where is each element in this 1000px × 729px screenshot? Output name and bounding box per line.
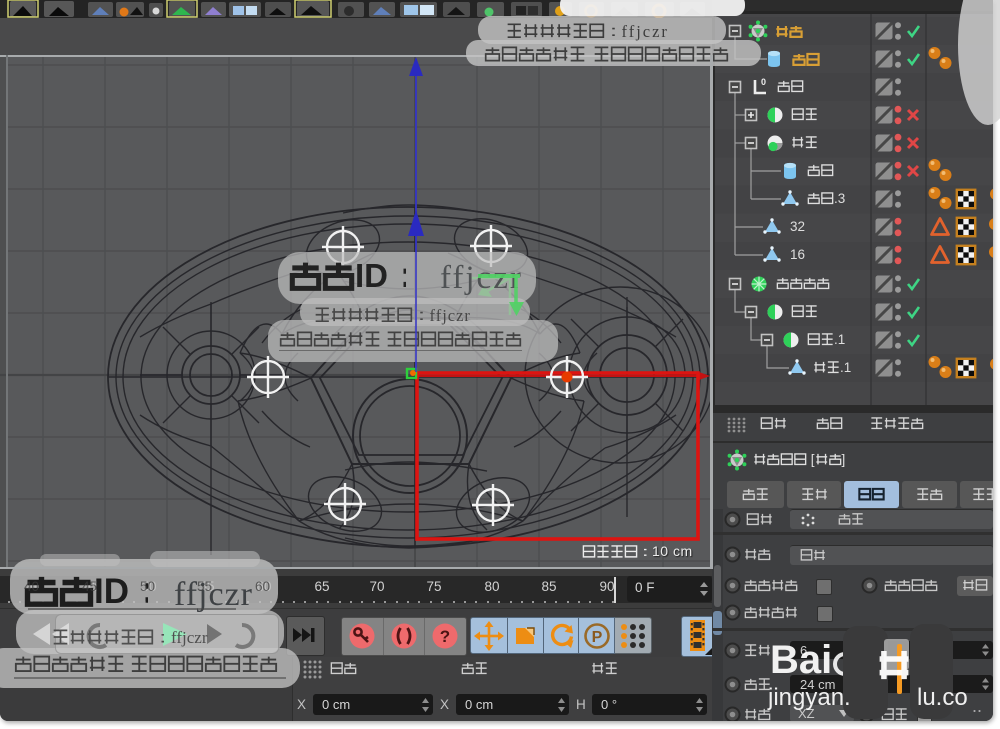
svg-text:P: P [592, 629, 603, 646]
svg-text:?: ? [440, 627, 450, 646]
